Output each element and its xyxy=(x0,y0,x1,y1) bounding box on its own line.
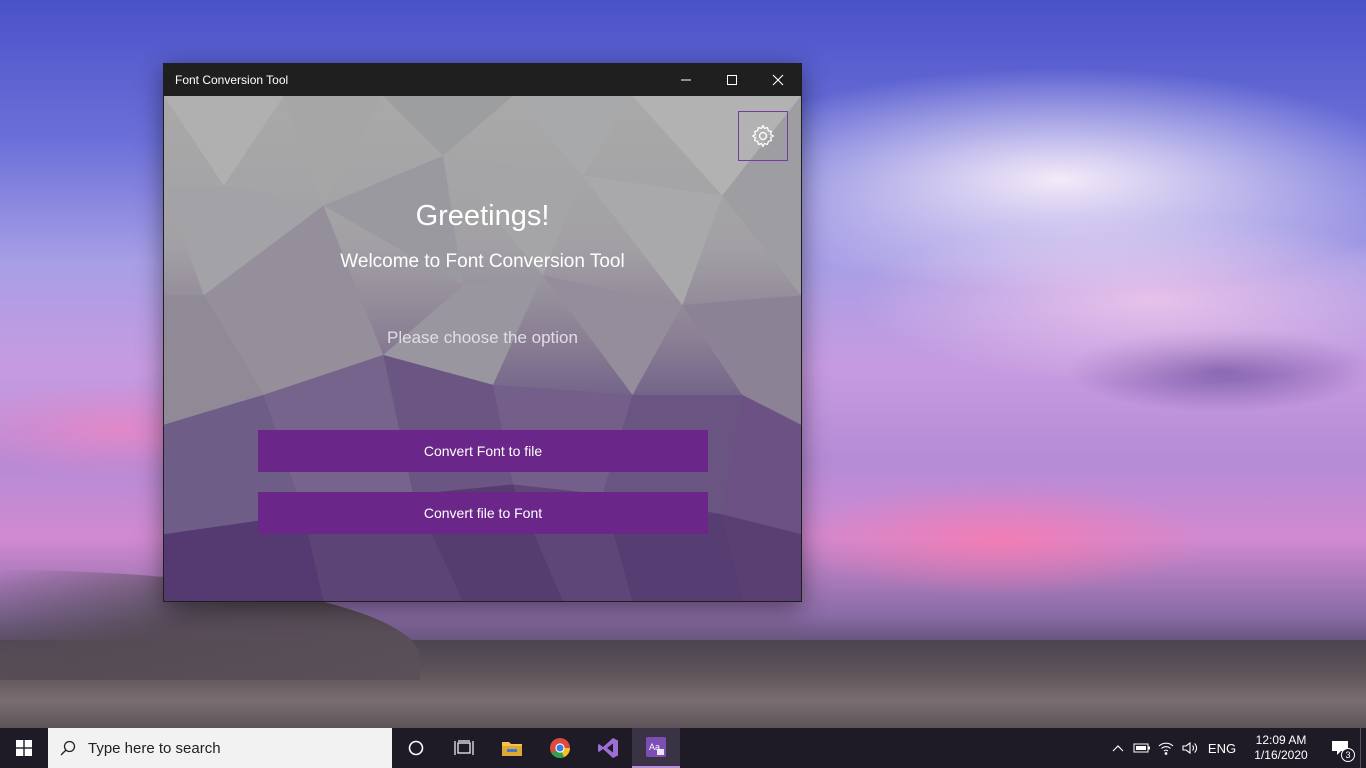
clock[interactable]: 12:09 AM 1/16/2020 xyxy=(1242,733,1320,763)
settings-button[interactable] xyxy=(738,111,788,161)
close-button[interactable] xyxy=(755,64,801,96)
taskbar: Type here to search Aa ENG 12:09 AM 1/16… xyxy=(0,728,1366,768)
battery-icon[interactable] xyxy=(1130,728,1154,768)
system-tray: ENG 12:09 AM 1/16/2020 3 xyxy=(1106,728,1366,768)
search-icon xyxy=(48,740,88,756)
clock-time: 12:09 AM xyxy=(1255,733,1307,747)
minimize-icon xyxy=(681,79,691,81)
title-bar[interactable]: Font Conversion Tool xyxy=(164,64,801,96)
search-box[interactable]: Type here to search xyxy=(48,728,392,768)
font-conversion-tool-taskbar-button[interactable]: Aa xyxy=(632,728,680,768)
notification-count-badge: 3 xyxy=(1341,748,1355,762)
show-hidden-icons-chevron-icon[interactable] xyxy=(1106,728,1130,768)
window-title: Font Conversion Tool xyxy=(175,73,289,87)
app-content: Greetings! Welcome to Font Conversion To… xyxy=(164,96,801,601)
maximize-icon xyxy=(727,75,737,85)
windows-logo-icon xyxy=(16,740,32,756)
cortana-circle-icon xyxy=(408,740,424,756)
greeting-heading: Greetings! xyxy=(415,200,550,232)
convert-file-to-font-button[interactable]: Convert file to Font xyxy=(258,492,708,534)
visual-studio-button[interactable] xyxy=(584,728,632,768)
show-desktop-button[interactable] xyxy=(1360,728,1366,768)
convert-font-to-file-button[interactable]: Convert Font to file xyxy=(258,430,708,472)
action-center-button[interactable]: 3 xyxy=(1320,728,1360,768)
chrome-button[interactable] xyxy=(536,728,584,768)
folder-icon xyxy=(502,742,522,756)
cortana-button[interactable] xyxy=(392,728,440,768)
desktop-ground xyxy=(0,570,1366,728)
maximize-button[interactable] xyxy=(709,64,755,96)
welcome-heading: Welcome to Font Conversion Tool xyxy=(340,251,625,272)
chrome-icon xyxy=(550,738,571,759)
minimize-button[interactable] xyxy=(663,64,709,96)
task-view-icon xyxy=(454,740,474,755)
wifi-icon[interactable] xyxy=(1154,728,1178,768)
language-indicator[interactable]: ENG xyxy=(1202,728,1242,768)
font-tool-app-icon: Aa xyxy=(646,737,666,757)
file-explorer-button[interactable] xyxy=(488,728,536,768)
volume-icon[interactable] xyxy=(1178,728,1202,768)
search-placeholder: Type here to search xyxy=(88,739,221,757)
gear-icon xyxy=(751,124,775,148)
clock-date: 1/16/2020 xyxy=(1254,748,1308,762)
choose-option-prompt: Please choose the option xyxy=(387,328,578,347)
visual-studio-icon xyxy=(598,738,618,758)
start-button[interactable] xyxy=(0,728,48,768)
task-view-button[interactable] xyxy=(440,728,488,768)
close-icon xyxy=(772,74,784,86)
app-window[interactable]: Font Conversion Tool Greetings! Welcome … xyxy=(163,63,802,602)
